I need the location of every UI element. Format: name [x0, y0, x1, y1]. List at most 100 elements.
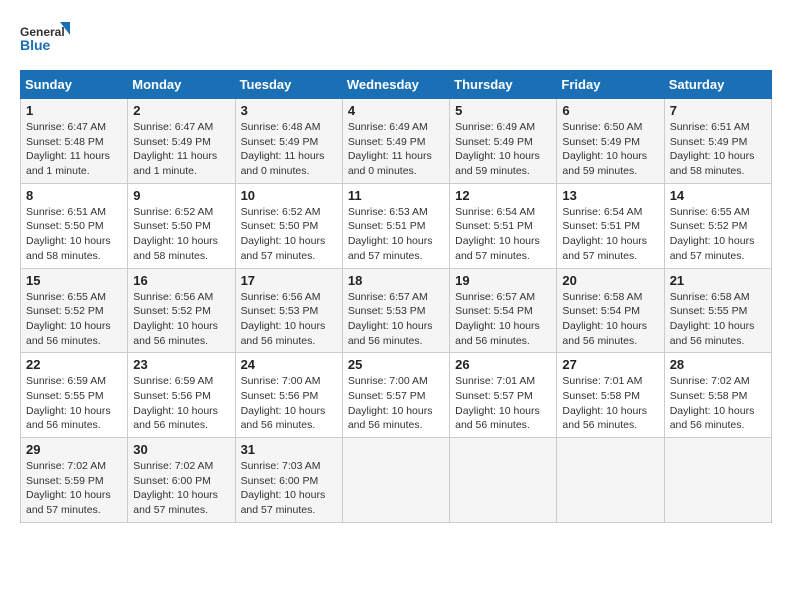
day-info: Sunrise: 6:49 AM Sunset: 5:49 PM Dayligh…: [348, 120, 444, 179]
calendar-day-cell: 8Sunrise: 6:51 AM Sunset: 5:50 PM Daylig…: [21, 183, 128, 268]
day-number: 31: [241, 442, 337, 457]
day-info: Sunrise: 6:52 AM Sunset: 5:50 PM Dayligh…: [241, 205, 337, 264]
day-number: 30: [133, 442, 229, 457]
calendar-day-cell: 30Sunrise: 7:02 AM Sunset: 6:00 PM Dayli…: [128, 438, 235, 523]
day-info: Sunrise: 6:59 AM Sunset: 5:56 PM Dayligh…: [133, 374, 229, 433]
calendar-day-cell: 11Sunrise: 6:53 AM Sunset: 5:51 PM Dayli…: [342, 183, 449, 268]
day-number: 21: [670, 273, 766, 288]
calendar-day-cell: 13 Sunrise: 6:54 AM Sunset: 5:51 PM Dayli…: [557, 183, 664, 268]
day-info: Sunrise: 6:56 AM Sunset: 5:52 PM Dayligh…: [133, 290, 229, 349]
day-info: Sunrise: 6:57 AM Sunset: 5:54 PM Dayligh…: [455, 290, 551, 349]
logo: General Blue: [20, 20, 70, 60]
logo-svg: General Blue: [20, 20, 70, 60]
day-number: 5: [455, 103, 551, 118]
calendar-day-cell: 9 Sunrise: 6:52 AM Sunset: 5:50 PM Daylig…: [128, 183, 235, 268]
calendar-day-cell: 27Sunrise: 7:01 AM Sunset: 5:58 PM Dayli…: [557, 353, 664, 438]
day-number: 23: [133, 357, 229, 372]
calendar-week-row: 8Sunrise: 6:51 AM Sunset: 5:50 PM Daylig…: [21, 183, 772, 268]
day-number: 4: [348, 103, 444, 118]
calendar-day-cell: 2 Sunrise: 6:47 AM Sunset: 5:49 PM Daylig…: [128, 99, 235, 184]
day-info: Sunrise: 7:03 AM Sunset: 6:00 PM Dayligh…: [241, 459, 337, 518]
calendar-day-cell: [664, 438, 771, 523]
day-number: 15: [26, 273, 122, 288]
weekday-header-cell: Wednesday: [342, 71, 449, 99]
day-number: 3: [241, 103, 337, 118]
day-info: Sunrise: 6:51 AM Sunset: 5:49 PM Dayligh…: [670, 120, 766, 179]
weekday-header-cell: Tuesday: [235, 71, 342, 99]
day-info: Sunrise: 7:02 AM Sunset: 5:59 PM Dayligh…: [26, 459, 122, 518]
day-number: 12: [455, 188, 551, 203]
calendar-day-cell: 15Sunrise: 6:55 AM Sunset: 5:52 PM Dayli…: [21, 268, 128, 353]
calendar-week-row: 22 Sunrise: 6:59 AM Sunset: 5:55 PM Dayli…: [21, 353, 772, 438]
day-info: Sunrise: 6:58 AM Sunset: 5:55 PM Dayligh…: [670, 290, 766, 349]
calendar-day-cell: 28 Sunrise: 7:02 AM Sunset: 5:58 PM Dayli…: [664, 353, 771, 438]
calendar-day-cell: 29 Sunrise: 7:02 AM Sunset: 5:59 PM Dayli…: [21, 438, 128, 523]
calendar-table: SundayMondayTuesdayWednesdayThursdayFrid…: [20, 70, 772, 523]
day-info: Sunrise: 7:00 AM Sunset: 5:57 PM Dayligh…: [348, 374, 444, 433]
calendar-day-cell: 19 Sunrise: 6:57 AM Sunset: 5:54 PM Dayli…: [450, 268, 557, 353]
calendar-day-cell: [450, 438, 557, 523]
day-number: 11: [348, 188, 444, 203]
day-number: 26: [455, 357, 551, 372]
day-info: Sunrise: 7:01 AM Sunset: 5:57 PM Dayligh…: [455, 374, 551, 433]
calendar-day-cell: [557, 438, 664, 523]
day-info: Sunrise: 6:58 AM Sunset: 5:54 PM Dayligh…: [562, 290, 658, 349]
day-number: 6: [562, 103, 658, 118]
day-number: 10: [241, 188, 337, 203]
calendar-day-cell: 25 Sunrise: 7:00 AM Sunset: 5:57 PM Dayli…: [342, 353, 449, 438]
day-info: Sunrise: 6:51 AM Sunset: 5:50 PM Dayligh…: [26, 205, 122, 264]
calendar-day-cell: 31 Sunrise: 7:03 AM Sunset: 6:00 PM Dayli…: [235, 438, 342, 523]
calendar-day-cell: 18Sunrise: 6:57 AM Sunset: 5:53 PM Dayli…: [342, 268, 449, 353]
calendar-day-cell: 5 Sunrise: 6:49 AM Sunset: 5:49 PM Daylig…: [450, 99, 557, 184]
day-number: 18: [348, 273, 444, 288]
day-number: 27: [562, 357, 658, 372]
calendar-day-cell: 14Sunrise: 6:55 AM Sunset: 5:52 PM Dayli…: [664, 183, 771, 268]
page-header: General Blue: [20, 20, 772, 60]
calendar-week-row: 1 Sunrise: 6:47 AM Sunset: 5:48 PM Daylig…: [21, 99, 772, 184]
day-number: 29: [26, 442, 122, 457]
day-number: 1: [26, 103, 122, 118]
calendar-day-cell: 16Sunrise: 6:56 AM Sunset: 5:52 PM Dayli…: [128, 268, 235, 353]
calendar-day-cell: 10 Sunrise: 6:52 AM Sunset: 5:50 PM Dayli…: [235, 183, 342, 268]
calendar-week-row: 29 Sunrise: 7:02 AM Sunset: 5:59 PM Dayli…: [21, 438, 772, 523]
day-info: Sunrise: 6:59 AM Sunset: 5:55 PM Dayligh…: [26, 374, 122, 433]
day-info: Sunrise: 7:02 AM Sunset: 5:58 PM Dayligh…: [670, 374, 766, 433]
weekday-header-cell: Monday: [128, 71, 235, 99]
day-number: 22: [26, 357, 122, 372]
day-info: Sunrise: 7:00 AM Sunset: 5:56 PM Dayligh…: [241, 374, 337, 433]
day-info: Sunrise: 6:47 AM Sunset: 5:48 PM Dayligh…: [26, 120, 122, 179]
weekday-header-cell: Thursday: [450, 71, 557, 99]
calendar-day-cell: 23 Sunrise: 6:59 AM Sunset: 5:56 PM Dayli…: [128, 353, 235, 438]
day-info: Sunrise: 6:50 AM Sunset: 5:49 PM Dayligh…: [562, 120, 658, 179]
calendar-day-cell: 20Sunrise: 6:58 AM Sunset: 5:54 PM Dayli…: [557, 268, 664, 353]
calendar-day-cell: 21 Sunrise: 6:58 AM Sunset: 5:55 PM Dayli…: [664, 268, 771, 353]
day-number: 13: [562, 188, 658, 203]
day-number: 17: [241, 273, 337, 288]
calendar-day-cell: 7 Sunrise: 6:51 AM Sunset: 5:49 PM Daylig…: [664, 99, 771, 184]
weekday-header-cell: Saturday: [664, 71, 771, 99]
day-number: 25: [348, 357, 444, 372]
calendar-day-cell: 3 Sunrise: 6:48 AM Sunset: 5:49 PM Daylig…: [235, 99, 342, 184]
day-info: Sunrise: 6:52 AM Sunset: 5:50 PM Dayligh…: [133, 205, 229, 264]
calendar-day-cell: 1 Sunrise: 6:47 AM Sunset: 5:48 PM Daylig…: [21, 99, 128, 184]
weekday-header-cell: Friday: [557, 71, 664, 99]
calendar-day-cell: 24 Sunrise: 7:00 AM Sunset: 5:56 PM Dayli…: [235, 353, 342, 438]
calendar-day-cell: 22 Sunrise: 6:59 AM Sunset: 5:55 PM Dayli…: [21, 353, 128, 438]
day-number: 7: [670, 103, 766, 118]
day-info: Sunrise: 6:49 AM Sunset: 5:49 PM Dayligh…: [455, 120, 551, 179]
day-number: 9: [133, 188, 229, 203]
logo-image: General Blue: [20, 20, 70, 60]
day-number: 24: [241, 357, 337, 372]
day-number: 28: [670, 357, 766, 372]
day-info: Sunrise: 6:54 AM Sunset: 5:51 PM Dayligh…: [562, 205, 658, 264]
day-info: Sunrise: 6:47 AM Sunset: 5:49 PM Dayligh…: [133, 120, 229, 179]
calendar-day-cell: 4 Sunrise: 6:49 AM Sunset: 5:49 PM Daylig…: [342, 99, 449, 184]
day-info: Sunrise: 6:48 AM Sunset: 5:49 PM Dayligh…: [241, 120, 337, 179]
calendar-day-cell: 26 Sunrise: 7:01 AM Sunset: 5:57 PM Dayli…: [450, 353, 557, 438]
calendar-day-cell: 12 Sunrise: 6:54 AM Sunset: 5:51 PM Dayli…: [450, 183, 557, 268]
calendar-day-cell: 17Sunrise: 6:56 AM Sunset: 5:53 PM Dayli…: [235, 268, 342, 353]
day-number: 14: [670, 188, 766, 203]
day-number: 19: [455, 273, 551, 288]
day-info: Sunrise: 6:54 AM Sunset: 5:51 PM Dayligh…: [455, 205, 551, 264]
day-number: 2: [133, 103, 229, 118]
